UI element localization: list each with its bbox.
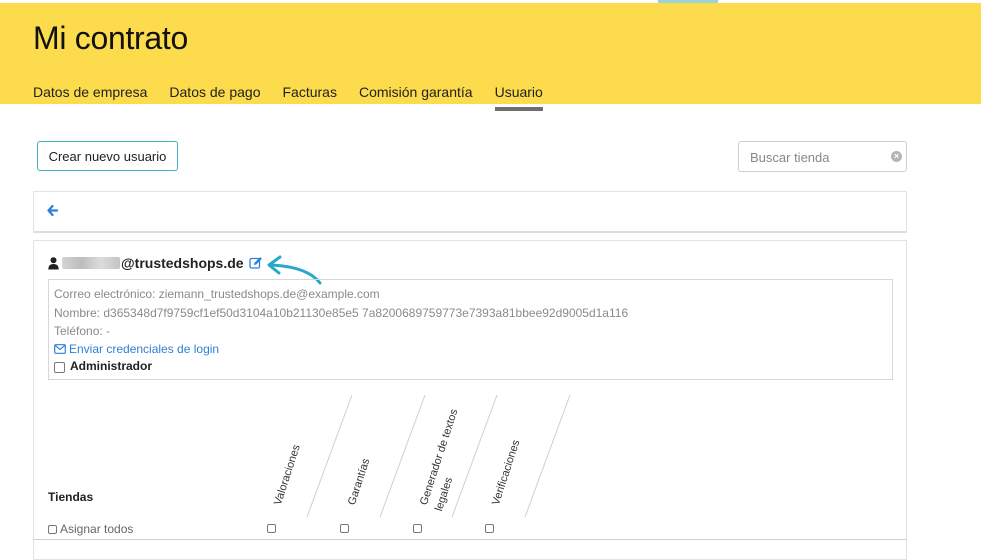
back-panel: [33, 191, 907, 233]
arrow-left-icon[interactable]: [47, 204, 59, 219]
user-panel: @trustedshops.de Correo electrónico: zie…: [33, 240, 907, 560]
shop-search-input[interactable]: [740, 143, 892, 172]
assign-all: Asignar todos: [48, 522, 133, 536]
assign-all-label: Asignar todos: [60, 522, 134, 536]
shops-heading: Tiendas: [48, 490, 94, 504]
bottom-divider: [33, 539, 907, 540]
guarantees-checkbox[interactable]: [340, 524, 349, 533]
create-user-button[interactable]: Crear nuevo usuario: [37, 141, 178, 171]
assign-all-checkbox[interactable]: [48, 524, 57, 534]
verifications-checkbox[interactable]: [485, 524, 494, 533]
tab-user[interactable]: Usuario: [494, 84, 544, 111]
legal-texts-checkbox[interactable]: [413, 524, 422, 533]
tab-invoices[interactable]: Facturas: [282, 84, 336, 110]
page-header: Mi contrato Datos de empresa Datos de pa…: [0, 3, 981, 111]
reviews-checkbox[interactable]: [267, 524, 276, 533]
tab-company-data[interactable]: Datos de empresa: [33, 84, 147, 110]
tab-guarantee-fee[interactable]: Comisión garantía: [359, 84, 473, 110]
column-dividers: [306, 394, 571, 518]
tab-bar: Datos de empresa Datos de pago Facturas …: [33, 84, 565, 111]
shop-search: ×: [738, 141, 907, 172]
page-title: Mi contrato: [33, 20, 188, 56]
tab-payment-data[interactable]: Datos de pago: [169, 84, 260, 110]
clear-circle-icon[interactable]: ×: [891, 151, 902, 162]
